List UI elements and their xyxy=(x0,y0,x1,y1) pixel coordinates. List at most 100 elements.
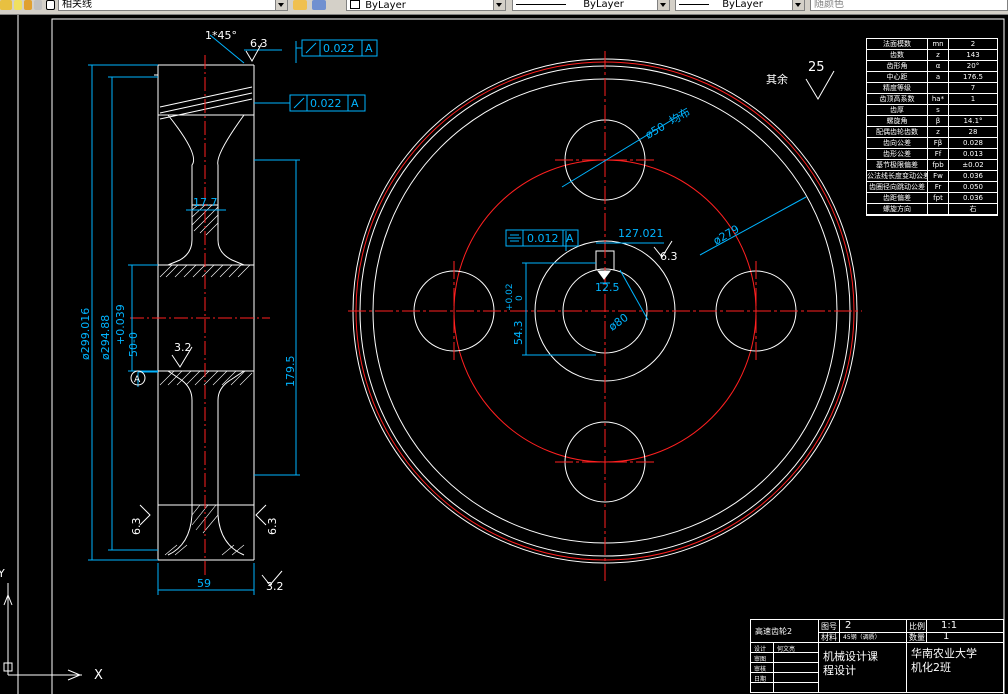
param-value: 0.036 xyxy=(962,194,984,202)
course-title: 机械设计课 程设计 xyxy=(823,650,903,678)
layer-previous-icon[interactable] xyxy=(312,0,326,10)
school-line-2: 机化2班 xyxy=(911,661,951,674)
param-name: 齿圈径向跳动公差 xyxy=(867,182,928,192)
school-line-1: 华南农业大学 xyxy=(911,647,977,660)
param-name: 法面模数 xyxy=(867,39,928,49)
hub-tol-lower-label: 0 xyxy=(515,295,525,301)
param-name: 公法线长度变动公差 xyxy=(867,171,928,181)
param-row: 齿距偏差 fpt 0.036 xyxy=(867,193,997,204)
title-part-name: 高速齿轮2 xyxy=(755,627,793,636)
scale-label: 比例 xyxy=(909,622,925,631)
param-name: 齿厚 xyxy=(867,105,928,115)
param-name: 齿形公差 xyxy=(867,149,928,159)
runout-datum-2: A xyxy=(351,97,359,110)
date-label: 日期 xyxy=(754,676,767,683)
designer-value: 何文亮 xyxy=(777,646,796,653)
param-symbol: s xyxy=(928,105,949,115)
param-name: 精度等级 xyxy=(867,83,928,93)
chevron-down-icon[interactable] xyxy=(657,0,669,10)
param-row: 螺旋方向 右 xyxy=(867,204,997,215)
param-row: 齿形角 α 20° xyxy=(867,61,997,72)
param-row: 齿数 z 143 xyxy=(867,50,997,61)
plotstyle-combo[interactable]: 随颜色 xyxy=(810,0,1008,11)
hole-note-label: 均布 xyxy=(667,105,693,127)
param-value: 176.5 xyxy=(962,73,984,81)
checked-label: 审核 xyxy=(754,666,767,673)
sym-tol-value: 0.012 xyxy=(527,232,559,245)
param-value: 14.1° xyxy=(963,117,983,125)
roughness-symbols xyxy=(139,42,283,586)
param-value: 143 xyxy=(966,51,980,59)
param-symbol xyxy=(928,83,949,93)
tol-upper-label: +0.039 xyxy=(114,304,127,345)
param-value: ±0.02 xyxy=(962,161,984,169)
datum-a-label: A xyxy=(134,375,141,385)
sym-tol-datum: A xyxy=(566,232,574,245)
layer-sun-icon[interactable] xyxy=(24,0,32,10)
param-symbol: ha* xyxy=(928,94,949,104)
param-value: 0.013 xyxy=(962,150,984,158)
bore-dia-label: ø80 xyxy=(606,311,630,334)
drawing-svg[interactable]: 1*45° 6.3 0.022 A 0.022 A 17.7 ø299.016 … xyxy=(0,15,1008,694)
param-value: 7 xyxy=(970,84,976,92)
lineweight-combo-value: ByLayer xyxy=(722,0,763,10)
param-symbol: z xyxy=(928,127,949,137)
param-value xyxy=(949,105,997,115)
param-name: 齿形角 xyxy=(867,61,928,71)
course-line-1: 机械设计课 xyxy=(823,650,878,663)
param-name: 配偶齿轮齿数 xyxy=(867,127,928,137)
layer-combo[interactable]: 相关线 xyxy=(58,0,288,11)
drawing-no-value: 2 xyxy=(845,620,852,631)
parameter-rows: 法面模数 mn 2 齿数 z 143 齿形角 α 20° 中心距 a 176.5 精度等级 7 齿顶高系数 h… xyxy=(867,39,997,215)
make-object-layer-current-icon[interactable] xyxy=(293,0,307,10)
param-symbol: z xyxy=(928,50,949,60)
param-name: 螺旋方向 xyxy=(867,204,928,214)
param-value: 1 xyxy=(970,95,976,103)
param-symbol: mn xyxy=(928,39,949,49)
hub-tol-upper-label: +0.02 xyxy=(505,283,515,311)
lineweight-sample-icon xyxy=(679,3,709,5)
ucs-x-label: X xyxy=(94,668,103,683)
roughness-bottom-label: 3.2 xyxy=(266,580,284,593)
linetype-combo[interactable]: ByLayer xyxy=(512,0,670,11)
runout-datum-1: A xyxy=(365,42,373,55)
qty-label: 数量 xyxy=(909,633,925,642)
lineweight-combo[interactable]: ByLayer xyxy=(675,0,805,11)
gear-parameter-table: 法面模数 mn 2 齿数 z 143 齿形角 α 20° 中心距 a 176.5 精度等级 7 齿顶高系数 h… xyxy=(866,38,998,216)
param-name: 螺旋角 xyxy=(867,116,928,126)
hub-height-label: 54.3 xyxy=(512,321,525,346)
param-row: 基节极限偏差 fpb ±0.02 xyxy=(867,160,997,171)
school-title: 华南农业大学 机化2班 xyxy=(911,647,1001,675)
face-width-label: 59 xyxy=(197,577,211,590)
color-swatch-icon xyxy=(350,0,360,9)
chevron-down-icon[interactable] xyxy=(493,0,505,10)
param-value: 20° xyxy=(966,62,980,70)
param-value: 28 xyxy=(968,128,978,136)
param-name: 中心距 xyxy=(867,72,928,82)
param-row: 齿顶高系数 ha* 1 xyxy=(867,94,997,105)
color-combo-value: ByLayer xyxy=(365,0,406,11)
param-value: 0.036 xyxy=(962,172,984,180)
front-dimension-lines xyxy=(522,114,807,356)
param-name: 齿顶高系数 xyxy=(867,94,928,104)
color-combo[interactable]: ByLayer xyxy=(346,0,506,11)
front-roughness-symbols xyxy=(597,70,835,280)
layer-state-icon[interactable] xyxy=(0,0,12,10)
drawn-label: 审图 xyxy=(754,656,767,663)
chevron-down-icon[interactable] xyxy=(792,0,804,10)
layer-lock-icon[interactable] xyxy=(34,0,42,10)
designer-label: 设计 xyxy=(754,646,767,653)
material-value: 45钢（调质） xyxy=(843,634,881,641)
surface-rest-value: 25 xyxy=(808,60,825,75)
layer-bulb-icon[interactable] xyxy=(14,0,22,10)
pcd-dia-label: ø279 xyxy=(711,222,742,247)
param-symbol: a xyxy=(928,72,949,82)
keyway-rough-label: 6.3 xyxy=(660,250,678,263)
linetype-sample-icon xyxy=(516,3,566,5)
keyway-depth-label: 127.021 xyxy=(618,227,664,240)
chevron-down-icon[interactable] xyxy=(275,0,287,10)
param-row: 螺旋角 β 14.1° xyxy=(867,116,997,127)
runout-value-1: 0.022 xyxy=(323,42,355,55)
layer-color-swatch-icon[interactable] xyxy=(46,0,55,10)
runout-value-2: 0.022 xyxy=(310,97,342,110)
